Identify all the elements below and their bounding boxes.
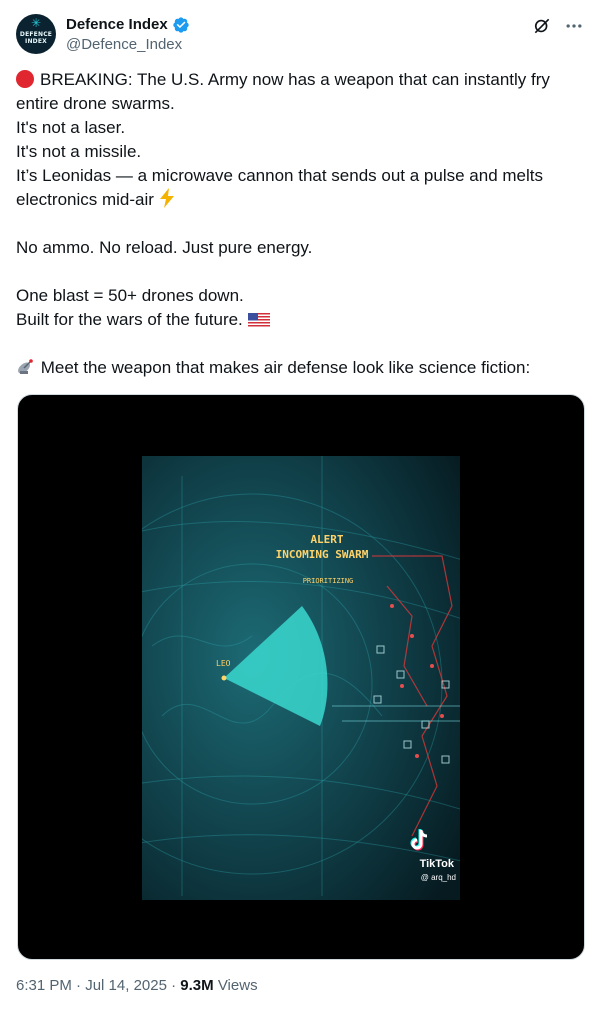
alert-line2: INCOMING SWARM	[276, 548, 369, 561]
satellite-dish-icon	[18, 359, 33, 374]
text-future: Built for the wars of the future.	[16, 310, 243, 329]
tweet-text: BREAKING: The U.S. Army now has a weapon…	[16, 68, 588, 380]
lightning-icon	[159, 188, 174, 208]
text-paragraph: Built for the wars of the future.	[16, 308, 588, 332]
timestamp-time[interactable]: 6:31 PM	[16, 977, 72, 994]
separator: ·	[71, 977, 86, 994]
text-meet: Meet the weapon that makes air defense l…	[40, 358, 531, 377]
text-paragraph: It’s Leonidas — a microwave cannon that …	[16, 164, 588, 212]
timestamp-date[interactable]: Jul 14, 2025	[85, 977, 167, 994]
origin-label: LEO	[216, 659, 231, 668]
separator: ·	[166, 977, 181, 994]
author-name-row[interactable]: Defence Index	[66, 15, 190, 35]
top-actions	[532, 16, 584, 36]
text-breaking: BREAKING: The U.S. Army now has a weapon…	[16, 70, 550, 113]
text-line: It's not a laser.	[16, 118, 126, 137]
grok-icon[interactable]	[532, 16, 552, 36]
tiktok-logo-icon	[410, 829, 428, 851]
views-count[interactable]: 9.3M	[180, 977, 213, 994]
video-frame[interactable]: LEO ALERT INCOMING SWARM PRIORITIZING Ti…	[142, 456, 460, 900]
verified-badge-icon	[173, 17, 189, 33]
text-line: No ammo. No reload. Just pure energy.	[16, 238, 313, 257]
alert-line3: PRIORITIZING	[303, 577, 354, 585]
us-flag-icon	[247, 313, 270, 328]
handle[interactable]: @Defence_Index	[66, 35, 190, 55]
alert-line1: ALERT	[310, 533, 343, 546]
tiktok-watermark: TikTok	[419, 858, 454, 870]
red-circle-icon	[16, 70, 34, 88]
avatar[interactable]: ✳ DEFENCE INDEX	[16, 14, 56, 54]
text-paragraph: Meet the weapon that makes air defense l…	[16, 356, 588, 380]
logo-icon: ✳	[30, 16, 42, 30]
views-label: Views	[213, 977, 258, 994]
text-line: It's not a missile.	[16, 142, 142, 161]
avatar-line1: DEFENCE	[19, 31, 53, 38]
tweet-meta: 6:31 PM · Jul 14, 2025 · 9.3M Views	[16, 976, 258, 996]
author-names: Defence Index @Defence_Index	[66, 15, 190, 55]
text-line: One blast = 50+ drones down.	[16, 286, 244, 305]
avatar-line2: INDEX	[25, 38, 47, 45]
video-player[interactable]: LEO ALERT INCOMING SWARM PRIORITIZING Ti…	[17, 394, 585, 960]
text-paragraph: BREAKING: The U.S. Army now has a weapon…	[16, 68, 588, 116]
tiktok-username: @ arq_hd	[420, 873, 456, 882]
more-icon[interactable]	[564, 16, 584, 36]
display-name[interactable]: Defence Index	[66, 15, 168, 35]
text-leonidas: It’s Leonidas — a microwave cannon that …	[16, 166, 543, 209]
tweet-header: ✳ DEFENCE INDEX Defence Index @Defence_I…	[16, 14, 584, 58]
